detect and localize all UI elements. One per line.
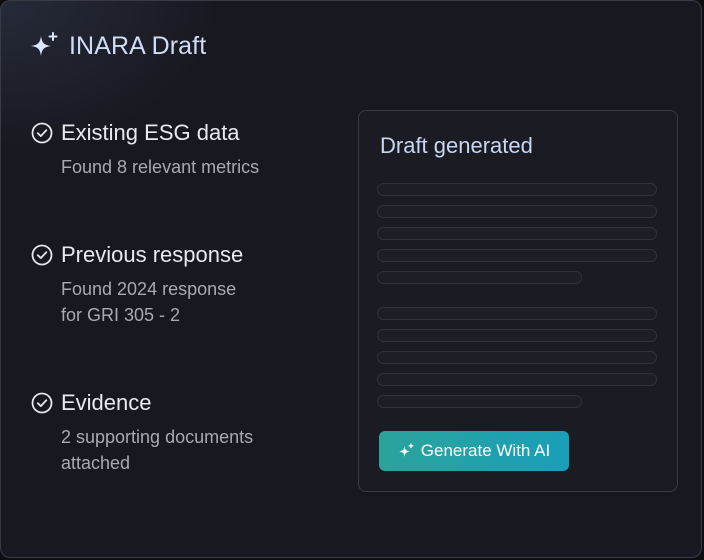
text-placeholder-line bbox=[377, 271, 582, 284]
step-description-line: 2 supporting documents bbox=[61, 427, 254, 447]
step-description-line: Found 8 relevant metrics bbox=[61, 157, 260, 177]
text-placeholder-line bbox=[377, 351, 657, 364]
check-circle-icon bbox=[31, 392, 53, 414]
sparkle-icon bbox=[31, 32, 58, 56]
step-label: Previous response bbox=[61, 242, 244, 267]
text-placeholder-line bbox=[377, 249, 657, 262]
card-header: INARA Draft bbox=[29, 31, 206, 61]
sparkle-icon bbox=[398, 443, 414, 457]
text-placeholder-line bbox=[377, 183, 657, 196]
card-title: INARA Draft bbox=[69, 31, 207, 60]
step-description-line: attached bbox=[61, 453, 131, 473]
text-placeholder-line bbox=[377, 227, 657, 240]
check-circle-icon bbox=[31, 244, 53, 266]
step-description: Found 8 relevant metrics bbox=[61, 154, 259, 180]
step-evidence: Evidence 2 supporting documents attached bbox=[31, 390, 253, 476]
draft-panel-title: Draft generated bbox=[380, 133, 533, 158]
text-placeholder-line bbox=[377, 307, 657, 320]
inara-draft-card: INARA Draft Existing ESG data Found 8 re… bbox=[0, 0, 702, 558]
generate-with-ai-button[interactable]: Generate With AI bbox=[379, 431, 569, 471]
step-description-line: for GRI 305 - 2 bbox=[61, 305, 181, 325]
step-existing-esg-data: Existing ESG data Found 8 relevant metri… bbox=[31, 120, 259, 180]
step-previous-response: Previous response Found 2024 response fo… bbox=[31, 242, 243, 328]
text-placeholder-line bbox=[377, 395, 582, 408]
check-circle-icon bbox=[31, 122, 53, 144]
draft-panel: Draft generated Generate With AI bbox=[358, 110, 678, 492]
step-description: 2 supporting documents attached bbox=[61, 424, 253, 476]
step-label: Existing ESG data bbox=[61, 120, 240, 145]
text-placeholder-line bbox=[377, 205, 657, 218]
text-placeholder-line bbox=[377, 329, 657, 342]
step-description: Found 2024 response for GRI 305 - 2 bbox=[61, 276, 243, 328]
step-label: Evidence bbox=[61, 390, 152, 415]
generate-button-label: Generate With AI bbox=[420, 441, 551, 460]
text-placeholder-line bbox=[377, 373, 657, 386]
step-description-line: Found 2024 response bbox=[61, 279, 237, 299]
